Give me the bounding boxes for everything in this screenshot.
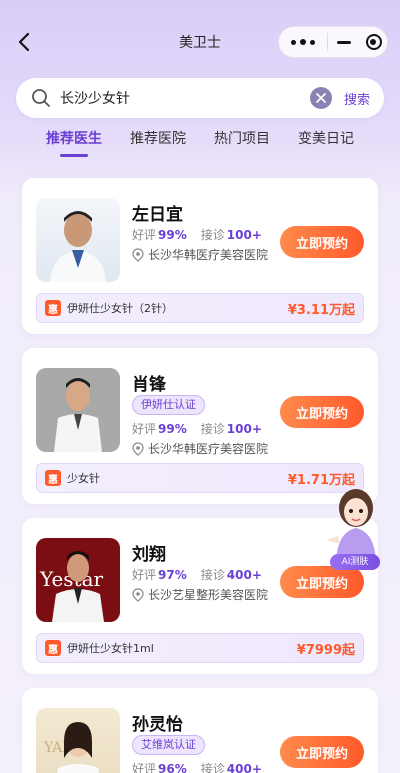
project-name: 伊妍仕少女针（2针） (67, 302, 173, 315)
hospital-name: 长沙艺星整形美容医院 (148, 588, 269, 602)
hospital-info: 长沙艺星整形美容医院 (132, 586, 268, 603)
project-name: 少女针 (67, 472, 100, 485)
certification-badge: 伊妍仕认证 (132, 395, 205, 415)
doctor-avatar: Yestar (36, 538, 120, 622)
project-price: ¥7999起 (296, 642, 355, 658)
consult-count: 400+ (226, 568, 262, 582)
hospital-info: 长沙华韩医疗美容医院 (132, 440, 268, 457)
location-pin-icon (132, 247, 144, 262)
book-now-button[interactable]: 立即预约 (280, 226, 364, 258)
doctor-stats: 好评 97% 接诊 400+ (132, 566, 262, 583)
ai-skin-test-label: AI测肤 (330, 554, 380, 570)
project-name: 伊妍仕少女针1ml (67, 642, 154, 655)
rating-value: 99% (158, 422, 187, 436)
doctor-stats: 好评 99% 接诊 100+ (132, 420, 262, 437)
tab-hot-projects[interactable]: 热门项目 (214, 128, 270, 148)
nav-header: 美卫士 (0, 0, 400, 80)
mini-program-capsule (278, 26, 388, 58)
search-button[interactable]: 搜索 (344, 89, 370, 108)
consult-label: 接诊 (200, 762, 225, 773)
doctor-name: 肖锋 (132, 375, 166, 395)
discount-tag-icon: 惠 (45, 300, 61, 316)
rating-label: 好评 (132, 228, 157, 242)
tab-beauty-diary[interactable]: 变美日记 (298, 128, 354, 148)
doctor-stats: 好评 96% 接诊 400+ (132, 760, 262, 773)
tab-bar: 推荐医生 推荐医院 热门项目 变美日记 (0, 128, 400, 160)
hospital-info: 长沙华韩医疗美容医院 (132, 246, 268, 263)
book-now-button[interactable]: 立即预约 (280, 396, 364, 428)
doctor-name: 刘翔 (132, 545, 166, 565)
doctor-stats: 好评 99% 接诊 100+ (132, 226, 262, 243)
location-pin-icon (132, 587, 144, 602)
rating-value: 97% (158, 568, 187, 582)
ai-assistant-avatar (326, 489, 376, 560)
rating-label: 好评 (132, 762, 157, 773)
book-now-button[interactable]: 立即预约 (280, 736, 364, 768)
project-bar[interactable]: 惠 伊妍仕少女针（2针） ¥3.11万起 (36, 293, 364, 323)
certification-badge: 艾维岚认证 (132, 735, 205, 755)
hospital-name: 长沙华韩医疗美容医院 (148, 442, 269, 456)
search-input[interactable] (60, 90, 310, 106)
consult-count: 100+ (226, 422, 262, 436)
consult-count: 100+ (226, 228, 262, 242)
doctor-name: 孙灵怡 (132, 715, 183, 735)
search-icon (30, 87, 52, 109)
doctor-avatar (36, 368, 120, 452)
doctor-card[interactable]: 左日宜 好评 99% 接诊 100+ 长沙华韩医疗美容医院 立即预约 惠 伊妍仕少女针… (22, 178, 378, 334)
rating-value: 96% (158, 762, 187, 773)
doctor-card[interactable]: 肖锋 伊妍仕认证 好评 99% 接诊 100+ 长沙华韩医疗美容医院 立即预约 惠 少… (22, 348, 378, 504)
rating-label: 好评 (132, 568, 157, 582)
doctor-avatar: YAN (36, 708, 120, 773)
doctor-card[interactable]: YAN 孙灵怡 艾维岚认证 好评 96% 接诊 400+ 立即预约 (22, 688, 378, 773)
search-bar: 搜索 (16, 78, 384, 118)
project-price: ¥3.11万起 (287, 302, 355, 318)
location-pin-icon (132, 441, 144, 456)
hospital-name: 长沙华韩医疗美容医院 (148, 248, 269, 262)
more-dots-icon[interactable] (279, 27, 327, 57)
project-bar[interactable]: 惠 少女针 ¥1.71万起 (36, 463, 364, 493)
discount-tag-icon: 惠 (45, 640, 61, 656)
tab-recommended-hospitals[interactable]: 推荐医院 (130, 128, 186, 148)
clear-icon[interactable] (309, 87, 332, 109)
consult-label: 接诊 (200, 228, 225, 242)
close-circle-icon[interactable] (360, 27, 387, 57)
consult-label: 接诊 (200, 422, 225, 436)
rating-value: 99% (158, 228, 187, 242)
rating-label: 好评 (132, 422, 157, 436)
active-tab-indicator (60, 154, 88, 157)
tab-recommended-doctors[interactable]: 推荐医生 (46, 128, 102, 148)
ai-skin-test-float[interactable]: AI测肤 (316, 484, 396, 574)
doctor-name: 左日宜 (132, 205, 183, 225)
minimize-icon[interactable] (328, 27, 360, 57)
project-bar[interactable]: 惠 伊妍仕少女针1ml ¥7999起 (36, 633, 364, 663)
consult-label: 接诊 (200, 568, 225, 582)
consult-count: 400+ (226, 762, 262, 773)
discount-tag-icon: 惠 (45, 470, 61, 486)
doctor-avatar (36, 198, 120, 282)
